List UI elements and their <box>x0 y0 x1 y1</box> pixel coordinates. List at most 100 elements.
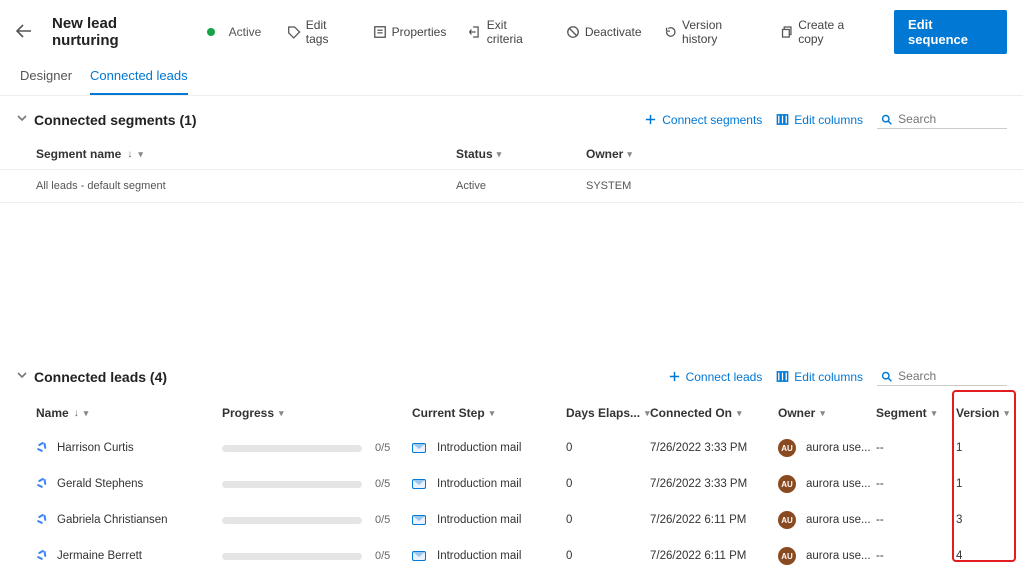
segments-section-title: Connected segments (1) <box>34 112 197 128</box>
days-cell: 0 <box>566 442 650 454</box>
edit-columns-leads-button[interactable]: Edit columns <box>776 370 863 384</box>
page-title: New lead nurturing <box>52 15 183 49</box>
create-copy-label: Create a copy <box>798 18 870 46</box>
col-ver-label: Version <box>956 406 999 420</box>
segment-status-cell: Active <box>456 180 586 192</box>
version-history-button[interactable]: Version history <box>658 14 764 50</box>
create-copy-button[interactable]: Create a copy <box>774 14 876 50</box>
chevron-down-icon: ▾ <box>737 408 742 419</box>
col-owner-lead[interactable]: Owner ▾ <box>778 406 876 420</box>
version-cell: 3 <box>956 514 1010 526</box>
chevron-down-icon: ▾ <box>497 149 502 160</box>
properties-label: Properties <box>392 25 447 39</box>
current-step-cell: Introduction mail <box>437 478 521 490</box>
col-connected-on[interactable]: Connected On ▾ <box>650 406 778 420</box>
owner-cell: aurora use... <box>806 550 871 562</box>
lead-name: Harrison Curtis <box>57 442 134 454</box>
sort-asc-icon: ↓ <box>74 408 79 419</box>
connected-on-cell: 7/26/2022 3:33 PM <box>650 442 778 454</box>
progress-bar <box>222 553 362 560</box>
progress-bar <box>222 517 362 524</box>
edit-sequence-button[interactable]: Edit sequence <box>894 10 1007 54</box>
col-status-label: Status <box>456 147 493 161</box>
search-leads-wrap[interactable] <box>877 367 1007 386</box>
version-cell: 4 <box>956 550 1010 562</box>
chevron-down-icon: ▾ <box>490 408 495 419</box>
current-step-cell: Introduction mail <box>437 550 521 562</box>
col-name[interactable]: Name ↓ ▾ <box>36 406 222 420</box>
lead-row[interactable]: Gerald Stephens0/5Introduction mail07/26… <box>0 466 1023 502</box>
search-leads-input[interactable] <box>898 369 1003 383</box>
col-seg-label: Segment <box>876 406 927 420</box>
exit-criteria-button[interactable]: Exit criteria <box>462 14 550 50</box>
chevron-down-icon: ▾ <box>279 408 284 419</box>
progress-bar <box>222 481 362 488</box>
tab-connected-leads[interactable]: Connected leads <box>90 60 188 95</box>
chevron-down-icon: ▾ <box>138 149 143 160</box>
exit-criteria-label: Exit criteria <box>487 18 544 46</box>
tab-designer[interactable]: Designer <box>20 60 72 95</box>
col-version[interactable]: Version ▾ <box>956 406 1010 420</box>
lead-icon <box>36 441 50 455</box>
owner-cell: aurora use... <box>806 478 871 490</box>
collapse-segments-icon[interactable] <box>10 112 34 127</box>
col-conn-label: Connected On <box>650 406 732 420</box>
properties-button[interactable]: Properties <box>367 21 453 43</box>
col-days-label: Days Elaps... <box>566 406 640 420</box>
progress-bar <box>222 445 362 452</box>
mail-icon <box>412 443 426 453</box>
mail-icon <box>412 479 426 489</box>
lead-icon <box>36 549 50 563</box>
col-owner[interactable]: Owner ▾ <box>586 147 706 161</box>
edit-columns-segments-button[interactable]: Edit columns <box>776 113 863 127</box>
status-label: Active <box>229 25 262 39</box>
chevron-down-icon: ▾ <box>84 408 89 419</box>
edit-tags-button[interactable]: Edit tags <box>281 14 356 50</box>
connect-leads-label: Connect leads <box>686 370 763 384</box>
current-step-cell: Introduction mail <box>437 514 521 526</box>
leads-section-title: Connected leads (4) <box>34 369 167 385</box>
col-owner-label: Owner <box>778 406 815 420</box>
deactivate-button[interactable]: Deactivate <box>560 21 648 43</box>
chevron-down-icon: ▾ <box>645 408 650 419</box>
connect-segments-button[interactable]: Connect segments <box>644 113 762 127</box>
lead-row[interactable]: Jermaine Berrett0/5Introduction mail07/2… <box>0 538 1023 574</box>
chevron-down-icon: ▾ <box>932 408 937 419</box>
collapse-leads-icon[interactable] <box>10 369 34 384</box>
chevron-down-icon: ▾ <box>1004 408 1009 419</box>
col-current-step[interactable]: Current Step ▾ <box>412 406 566 420</box>
segment-cell: -- <box>876 478 956 490</box>
back-button[interactable] <box>12 22 36 43</box>
connected-on-cell: 7/26/2022 6:11 PM <box>650 550 778 562</box>
col-progress[interactable]: Progress ▾ <box>222 406 412 420</box>
lead-name: Gabriela Christiansen <box>57 514 168 526</box>
col-name-label: Name <box>36 406 69 420</box>
search-segments-wrap[interactable] <box>877 110 1007 129</box>
col-days-elapsed[interactable]: Days Elaps... ▾ <box>566 406 650 420</box>
col-segment[interactable]: Segment ▾ <box>876 406 956 420</box>
mail-icon <box>412 515 426 525</box>
chevron-down-icon: ▾ <box>627 149 632 160</box>
chevron-down-icon: ▾ <box>820 408 825 419</box>
segment-row[interactable]: All leads - default segment Active SYSTE… <box>0 170 1023 203</box>
lead-row[interactable]: Gabriela Christiansen0/5Introduction mai… <box>0 502 1023 538</box>
col-segment-name-label: Segment name <box>36 147 121 161</box>
lead-row[interactable]: Harrison Curtis0/5Introduction mail07/26… <box>0 430 1023 466</box>
col-segment-name[interactable]: Segment name ↓ ▾ <box>36 147 456 161</box>
version-history-label: Version history <box>682 18 758 46</box>
connect-segments-label: Connect segments <box>662 113 762 127</box>
sort-asc-icon: ↓ <box>127 149 132 160</box>
progress-text: 0/5 <box>375 478 390 490</box>
owner-avatar: AU <box>778 547 796 565</box>
owner-avatar: AU <box>778 511 796 529</box>
status-indicator-icon <box>207 28 215 36</box>
current-step-cell: Introduction mail <box>437 442 521 454</box>
connected-on-cell: 7/26/2022 3:33 PM <box>650 478 778 490</box>
search-segments-input[interactable] <box>898 112 1003 126</box>
owner-cell: aurora use... <box>806 514 871 526</box>
col-status[interactable]: Status ▾ <box>456 147 586 161</box>
owner-cell: aurora use... <box>806 442 871 454</box>
edit-columns-leads-label: Edit columns <box>794 370 863 384</box>
owner-avatar: AU <box>778 439 796 457</box>
connect-leads-button[interactable]: Connect leads <box>668 370 763 384</box>
